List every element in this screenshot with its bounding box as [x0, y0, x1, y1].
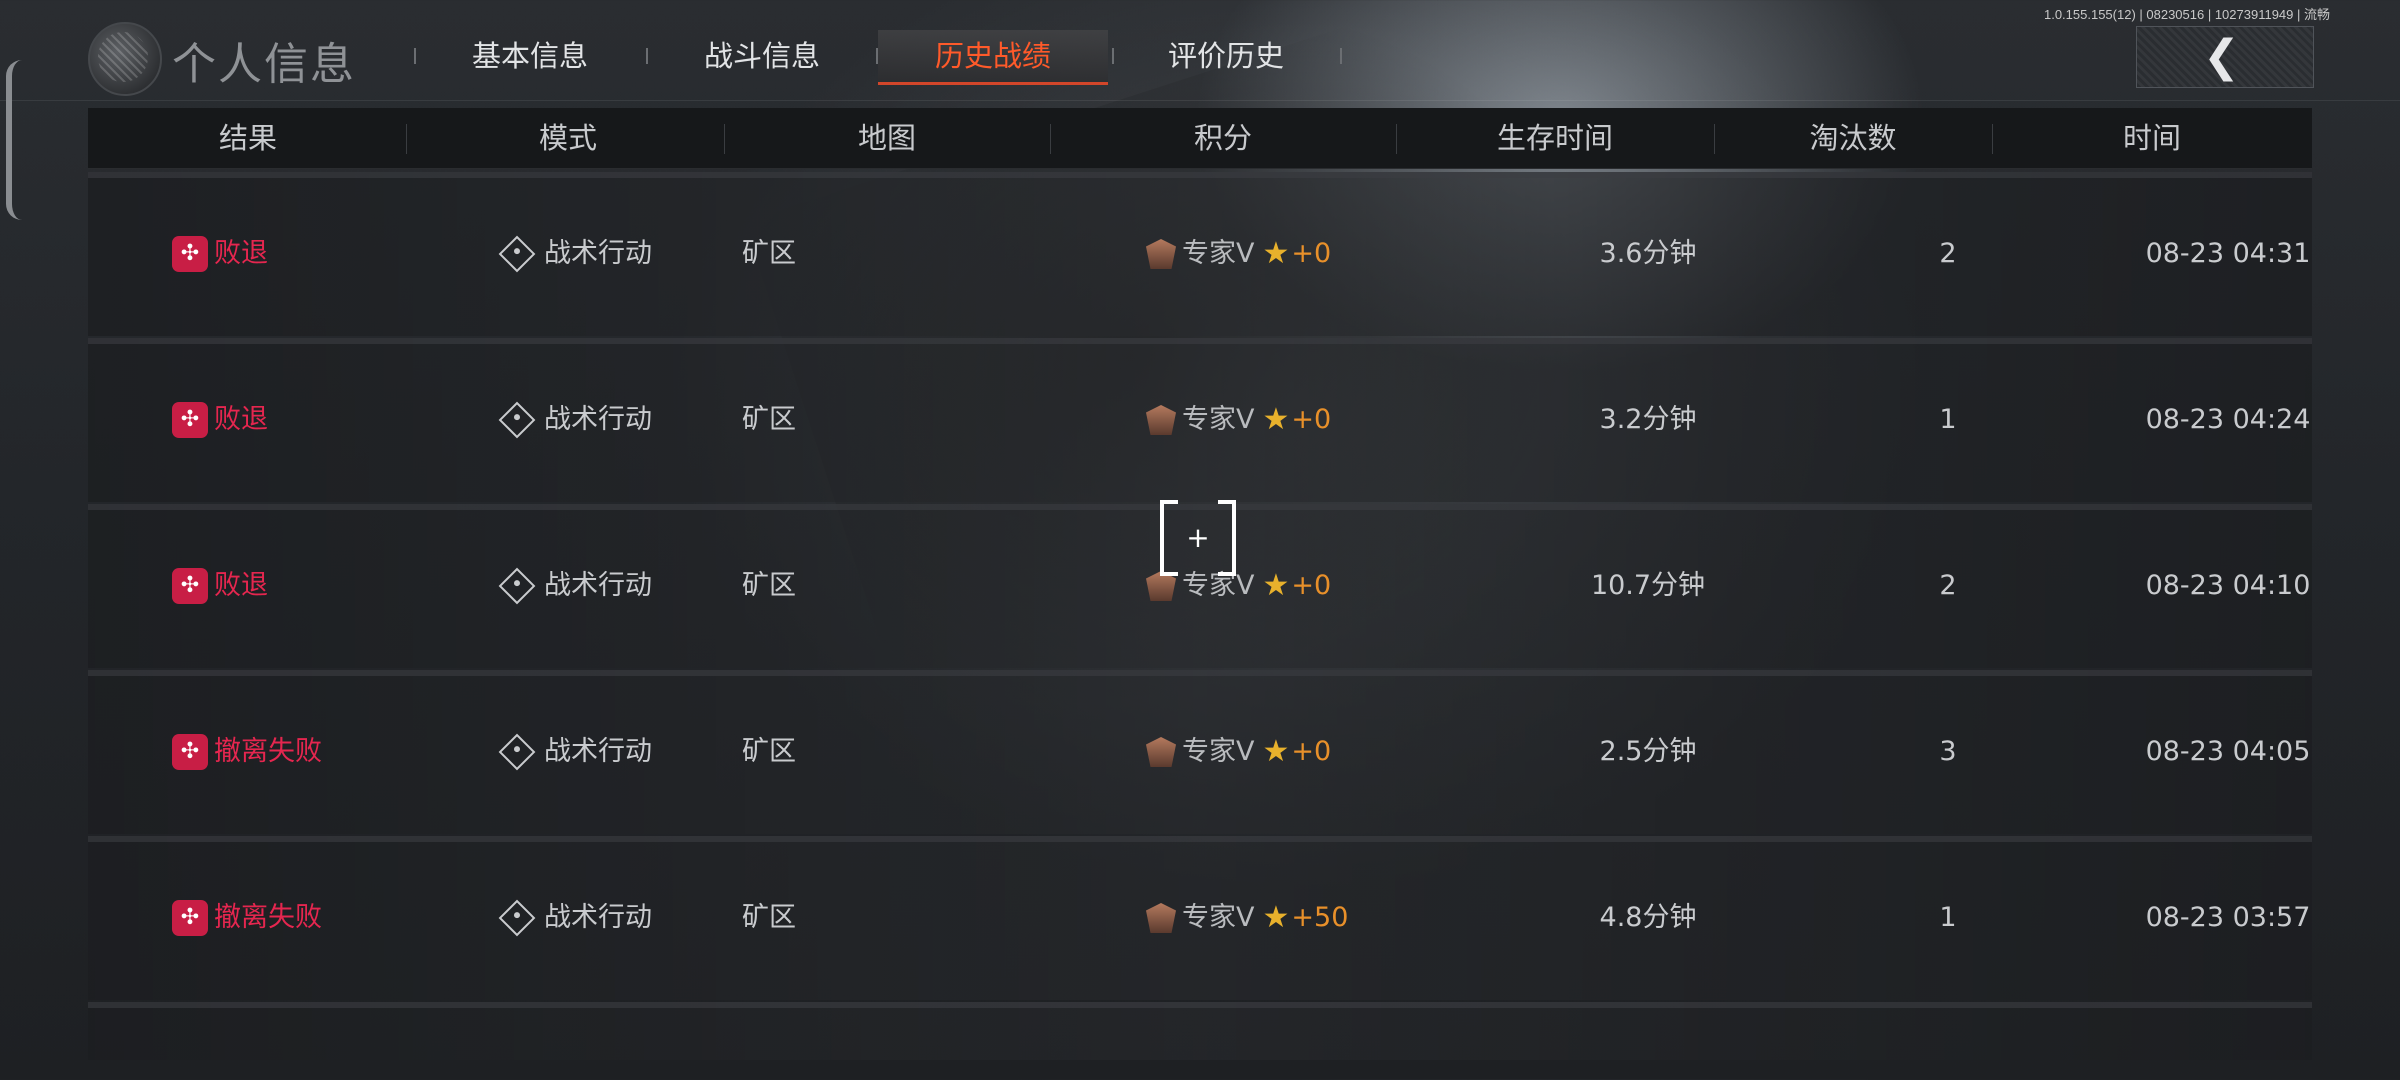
result-cell: 败退 — [172, 178, 268, 330]
survival-time: 10.7分钟 — [1590, 570, 1706, 601]
tab-battle-info[interactable]: 战斗信息 — [672, 30, 852, 82]
result-fail-icon — [172, 236, 208, 272]
rank-badge-icon — [1146, 737, 1176, 767]
map-cell: 矿区 — [742, 404, 796, 435]
back-button[interactable]: ❮ — [2136, 26, 2314, 88]
match-time: 08-23 03:57 — [2145, 902, 2311, 933]
match-time: 08-23 04:05 — [2145, 736, 2311, 767]
rank-badge-icon — [1146, 239, 1176, 269]
mode-label: 战术行动 — [544, 570, 652, 601]
map-cell: 矿区 — [742, 570, 796, 601]
score-cell: 专家V ★ +0 — [1146, 676, 1331, 828]
tab-review-history[interactable]: 评价历史 — [1136, 30, 1316, 82]
tab-basic-info[interactable]: 基本信息 — [440, 30, 620, 82]
map-cell: 矿区 — [742, 736, 796, 767]
column-header-eliminations: 淘汰数 — [1809, 121, 1897, 155]
result-label: 败退 — [214, 404, 268, 435]
result-cell: 败退 — [172, 344, 268, 496]
result-label: 败退 — [214, 570, 268, 601]
result-label: 败退 — [214, 238, 268, 269]
score-cell: 专家V ★ +50 — [1146, 842, 1348, 994]
survival-time: 4.8分钟 — [1599, 902, 1697, 933]
survival-time: 3.2分钟 — [1599, 404, 1697, 435]
mode-diamond-icon — [498, 401, 536, 439]
mode-cell: 战术行动 — [498, 178, 652, 330]
mode-label: 战术行动 — [544, 404, 652, 435]
side-drawer-handle[interactable] — [6, 60, 28, 220]
page-title: 个人信息 — [172, 39, 356, 90]
tab-separator — [646, 48, 648, 64]
star-icon: ★ — [1262, 734, 1290, 769]
match-time: 08-23 04:31 — [2145, 238, 2311, 269]
rank-badge-icon — [1146, 903, 1176, 933]
score-cell: 专家V ★ +0 — [1146, 178, 1331, 330]
mode-label: 战术行动 — [544, 238, 652, 269]
table-row-partial[interactable] — [88, 1002, 2312, 1060]
points-value: +0 — [1291, 404, 1332, 435]
tab-separator — [414, 48, 416, 64]
mode-cell: 战术行动 — [498, 510, 652, 662]
rank-label: 专家V — [1182, 736, 1255, 767]
column-header-score: 积分 — [1193, 121, 1252, 155]
rank-label: 专家V — [1182, 404, 1255, 435]
mode-diamond-icon — [498, 899, 536, 937]
column-header-result: 结果 — [218, 121, 277, 155]
table-row[interactable]: 败退 战术行动 矿区 专家V★+0 3.2分钟 1 08-23 04:24 — [88, 338, 2312, 502]
column-header-survival: 生存时间 — [1496, 121, 1613, 155]
column-separator — [406, 124, 407, 154]
points-value: +50 — [1291, 902, 1349, 933]
map-cell: 矿区 — [742, 902, 796, 933]
crosshair-plus: + — [1186, 521, 1210, 554]
rank-label: 专家V — [1182, 238, 1255, 269]
star-icon: ★ — [1262, 900, 1290, 935]
mode-cell: 战术行动 — [498, 676, 652, 828]
mode-cell: 战术行动 — [498, 344, 652, 496]
mode-label: 战术行动 — [544, 902, 652, 933]
result-label: 撤离失败 — [214, 736, 322, 767]
result-fail-icon — [172, 402, 208, 438]
points-value: +0 — [1291, 238, 1332, 269]
rank-badge-icon — [1146, 405, 1176, 435]
mode-diamond-icon — [498, 235, 536, 273]
tab-match-history[interactable]: 历史战绩 — [878, 30, 1108, 85]
mode-diamond-icon — [498, 567, 536, 605]
chevron-left-icon: ❮ — [2203, 31, 2240, 82]
result-cell: 败退 — [172, 510, 268, 662]
column-header-map: 地图 — [857, 121, 916, 155]
column-header-time: 时间 — [2122, 121, 2181, 155]
result-fail-icon — [172, 734, 208, 770]
column-header-mode: 模式 — [538, 121, 597, 155]
star-icon: ★ — [1262, 402, 1290, 437]
star-icon: ★ — [1262, 568, 1290, 603]
table-header: 结果 模式 地图 积分 生存时间 淘汰数 时间 — [88, 108, 2312, 169]
survival-time: 2.5分钟 — [1599, 736, 1697, 767]
points-value: +0 — [1291, 736, 1332, 767]
survival-time: 3.6分钟 — [1599, 238, 1697, 269]
match-time: 08-23 04:24 — [2145, 404, 2311, 435]
result-cell: 撤离失败 — [172, 676, 322, 828]
match-time: 08-23 04:10 — [2145, 570, 2311, 601]
star-icon: ★ — [1262, 236, 1290, 271]
mode-diamond-icon — [498, 733, 536, 771]
result-cell: 撤离失败 — [172, 842, 322, 994]
rank-label: 专家V — [1182, 902, 1255, 933]
table-row[interactable]: 撤离失败 战术行动 矿区 专家V★+0 2.5分钟 3 08-23 04:05 — [88, 670, 2312, 834]
tab-separator — [1112, 48, 1114, 64]
map-cell: 矿区 — [742, 238, 796, 269]
points-value: +0 — [1291, 570, 1332, 601]
system-info: 1.0.155.155(12) | 08230516 | 10273911949… — [2043, 7, 2330, 22]
crosshair-cursor: + — [1160, 500, 1236, 576]
mode-label: 战术行动 — [544, 736, 652, 767]
top-bar: 个人信息 基本信息 战斗信息 历史战绩 评价历史 1.0.155.155(12)… — [0, 0, 2400, 101]
globe-logo-icon — [88, 22, 162, 96]
result-label: 撤离失败 — [214, 902, 322, 933]
result-fail-icon — [172, 900, 208, 936]
table-row[interactable]: 撤离失败 战术行动 矿区 专家V★+50 4.8分钟 1 08-23 03:57 — [88, 836, 2312, 1000]
mode-cell: 战术行动 — [498, 842, 652, 994]
table-row[interactable]: 败退 战术行动 矿区 专家V★+0 3.6分钟 2 08-23 04:31 — [88, 172, 2312, 336]
result-fail-icon — [172, 568, 208, 604]
tab-separator — [1340, 48, 1342, 64]
score-cell: 专家V ★ +0 — [1146, 344, 1331, 496]
